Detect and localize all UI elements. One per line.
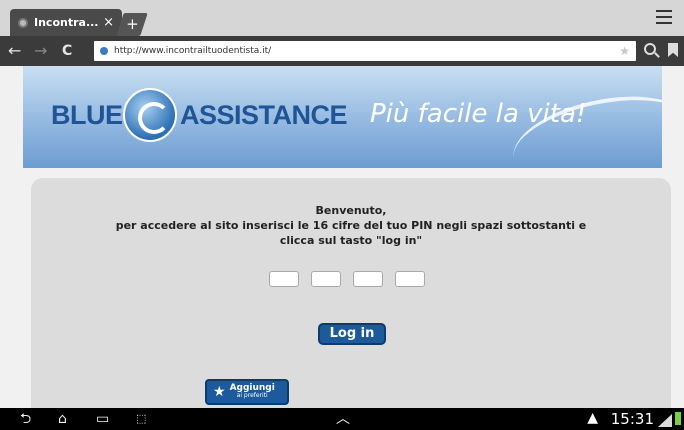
logo-icon: [123, 88, 177, 142]
browser-toolbar: ← → C http://www.incontrailtuodentista.i…: [0, 36, 684, 66]
signal-icon: [658, 412, 674, 427]
url-text: http://www.incontrailtuodentista.it/: [114, 46, 272, 56]
welcome-line-3: clicca sul tasto "log in": [279, 234, 423, 247]
chevron-up-icon[interactable]: ︿: [336, 411, 350, 427]
screenshot-icon[interactable]: ⬚: [136, 411, 146, 427]
add-favorites-button[interactable]: ★ Aggiungi ai preferiti: [205, 379, 289, 405]
address-bar[interactable]: http://www.incontrailtuodentista.it/ ★: [94, 41, 636, 61]
favicon-icon: [18, 17, 28, 28]
forward-icon[interactable]: →: [34, 41, 47, 61]
pin-fields: [269, 271, 437, 287]
welcome-line-2: per accedere al sito inserisci le 16 cif…: [115, 219, 587, 232]
browser-tab[interactable]: Incontra... ×: [10, 9, 122, 36]
back-nav-icon[interactable]: ⮌: [20, 411, 31, 427]
pin-field-4[interactable]: [395, 271, 425, 287]
login-button[interactable]: Log in: [318, 323, 386, 345]
menu-icon[interactable]: [656, 10, 672, 24]
pin-field-2[interactable]: [311, 271, 341, 287]
clock: 15:31: [610, 410, 654, 428]
brand-name-right: ASSISTANCE: [180, 100, 348, 130]
site-info-icon: [100, 47, 108, 55]
reload-icon[interactable]: C: [62, 41, 72, 61]
web-page: BLUE ASSISTANCE Più facile la vita! Benv…: [0, 66, 684, 408]
home-icon[interactable]: ⌂: [58, 411, 67, 427]
search-icon[interactable]: [644, 43, 656, 55]
warning-icon: ▲: [587, 410, 598, 426]
battery-icon: [675, 412, 681, 425]
star-icon: ★: [213, 384, 226, 400]
add-favorites-sub: ai preferiti: [236, 392, 268, 399]
bookmark-star-icon[interactable]: ★: [619, 44, 630, 58]
tab-title: Incontra...: [34, 16, 99, 29]
header-banner: BLUE ASSISTANCE Più facile la vita!: [23, 66, 662, 168]
bookmarks-icon[interactable]: [668, 43, 678, 57]
tablet-screen: Incontra... × + ← → C http://www.incontr…: [0, 0, 684, 430]
system-navigation-bar: ⮌ ⌂ ▭ ⬚ ︿ ▲ 15:31: [0, 408, 684, 430]
recent-apps-icon[interactable]: ▭: [96, 411, 109, 427]
browser-tab-strip: Incontra... × +: [0, 0, 684, 36]
brand-name-left: BLUE: [51, 100, 123, 130]
pin-field-3[interactable]: [353, 271, 383, 287]
tagline: Più facile la vita!: [370, 99, 587, 129]
tab-close-icon[interactable]: ×: [103, 15, 114, 30]
back-icon[interactable]: ←: [8, 41, 21, 61]
welcome-message: Benvenuto, per accedere al sito inserisc…: [31, 203, 671, 248]
new-tab-icon: +: [125, 15, 139, 33]
add-favorites-label: Aggiungi ai preferiti: [230, 384, 275, 400]
welcome-line-1: Benvenuto,: [315, 204, 387, 217]
login-panel: Benvenuto, per accedere al sito inserisc…: [31, 178, 671, 408]
pin-field-1[interactable]: [269, 271, 299, 287]
